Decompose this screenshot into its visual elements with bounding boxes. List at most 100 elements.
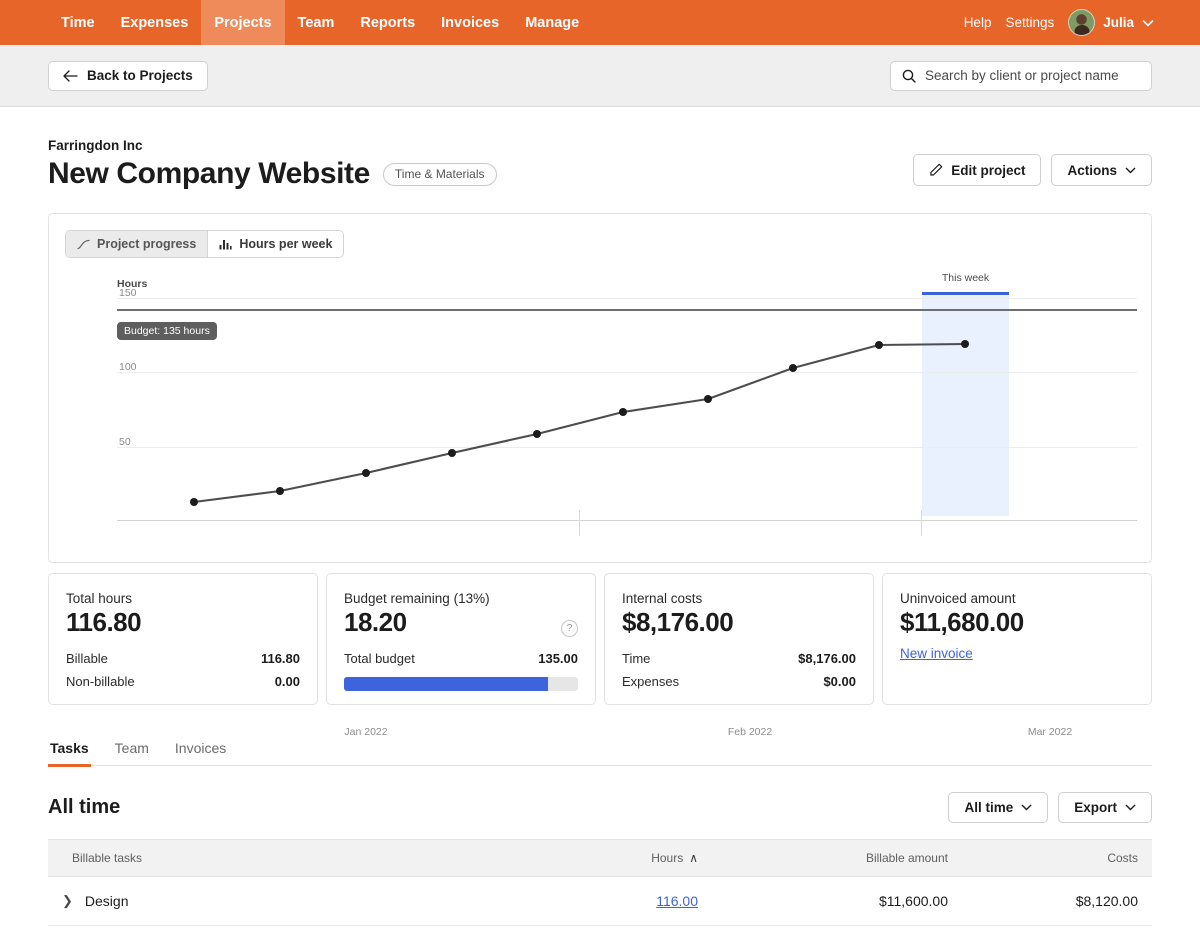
table-controls: All time Export [948,792,1152,823]
metric-card-uninvoiced-amount: Uninvoiced amount $11,680.00 New invoice [882,573,1152,705]
budget-progress-fill [344,677,548,691]
nav-item-manage[interactable]: Manage [512,0,592,45]
detail-key: Total budget [344,647,415,670]
column-header-hours-label: Hours [651,851,683,865]
new-invoice-link[interactable]: New invoice [900,646,973,661]
metric-value: 18.20 [344,607,578,638]
task-hours-link[interactable]: 116.00 [656,893,698,909]
nav-label: Projects [214,15,271,31]
nav-label: Time [61,15,95,31]
export-label: Export [1074,800,1117,815]
settings-link[interactable]: Settings [1005,15,1054,30]
search-icon [902,69,916,83]
tab-tasks[interactable]: Tasks [48,740,91,765]
metric-card-row: Total hours 116.80 Billable 116.80 Non-b… [48,573,1152,705]
task-name: Design [85,893,129,909]
metric-detail-row: Billable 116.80 [66,647,300,670]
tab-team[interactable]: Team [113,740,151,765]
detail-key: Non-billable [66,670,135,693]
primary-nav: Time Expenses Projects Team Reports Invo… [48,0,592,45]
sort-ascending-icon: ∧ [689,851,698,865]
nav-item-invoices[interactable]: Invoices [428,0,512,45]
detail-value: 116.80 [261,647,300,670]
user-name: Julia [1103,15,1134,30]
expand-row-chevron-right-icon[interactable]: ❯ [62,893,73,909]
user-menu[interactable]: Julia [1068,9,1154,36]
detail-value: 0.00 [275,670,300,693]
project-identity: Farringdon Inc New Company Website Time … [48,138,497,191]
task-billable-amount-cell: $80.00 [712,926,962,933]
column-header-costs[interactable]: Costs [962,840,1152,877]
task-hours-cell: 0.80 [532,926,712,933]
task-costs-cell: $8,120.00 [962,877,1152,926]
pencil-icon [929,163,943,177]
client-name: Farringdon Inc [48,138,497,153]
nav-item-expenses[interactable]: Expenses [108,0,202,45]
detail-key: Time [622,647,650,670]
table-row[interactable]: ❯ Design 116.00 $11,600.00 $8,120.00 [48,877,1152,926]
metric-label: Total hours [66,591,300,606]
x-tick-jan-2022: Jan 2022 [344,726,387,738]
metric-label: Uninvoiced amount [900,591,1134,606]
nav-item-reports[interactable]: Reports [347,0,428,45]
export-dropdown[interactable]: Export [1058,792,1152,823]
search-input[interactable] [925,68,1140,83]
nav-label: Expenses [121,15,189,31]
column-header-billable-amount[interactable]: Billable amount [712,840,962,877]
help-tooltip-icon[interactable]: ? [561,620,578,637]
chevron-down-icon [1125,167,1136,174]
metric-detail-row: Total budget 135.00 [344,647,578,670]
back-to-projects-button[interactable]: Back to Projects [48,61,208,91]
nav-label: Reports [360,15,415,31]
metric-value: 116.80 [66,607,300,638]
nav-label: Team [298,15,335,31]
task-name-wrap: ❯ Design [62,893,518,909]
table-row[interactable]: ❯ Meetings 0.80 $80.00 $56.00 [48,926,1152,933]
nav-item-team[interactable]: Team [285,0,348,45]
metric-card-budget-remaining: Budget remaining (13%) 18.20 ? Total bud… [326,573,596,705]
chevron-down-icon [1125,804,1136,811]
metric-label: Budget remaining (13%) [344,591,578,606]
column-header-hours[interactable]: Hours ∧ [532,840,712,877]
metric-card-total-hours: Total hours 116.80 Billable 116.80 Non-b… [48,573,318,705]
date-range-dropdown[interactable]: All time [948,792,1048,823]
nav-label: Invoices [441,15,499,31]
table-body: ❯ Design 116.00 $11,600.00 $8,120.00 ❯ M… [48,877,1152,933]
sub-header: Back to Projects [0,45,1200,107]
edit-project-button[interactable]: Edit project [913,154,1041,186]
task-name-cell: ❯ Design [48,877,532,926]
nav-item-time[interactable]: Time [48,0,108,45]
date-range-label: All time [964,800,1013,815]
task-hours-cell: 116.00 [532,877,712,926]
metric-label: Internal costs [622,591,856,606]
detail-value: $0.00 [823,670,856,693]
detail-value: 135.00 [538,647,578,670]
section-title: All time [48,796,120,819]
chevron-down-icon [1142,19,1154,27]
detail-key: Expenses [622,670,679,693]
help-link[interactable]: Help [964,15,992,30]
actions-button[interactable]: Actions [1051,154,1152,186]
search-box[interactable] [890,61,1152,91]
secondary-nav: Help Settings Julia [964,9,1188,36]
x-tick-feb-2022: Feb 2022 [728,726,772,738]
tab-invoices[interactable]: Invoices [173,740,228,765]
table-header-row: Billable tasks Hours ∧ Billable amount Co… [48,840,1152,877]
detail-value: $8,176.00 [798,647,856,670]
table-section-header: All time All time Export [48,792,1152,823]
tab-label: Tasks [50,740,89,756]
budget-progress-bar [344,677,578,691]
detail-key: Billable [66,647,108,670]
nav-label: Manage [525,15,579,31]
nav-item-projects[interactable]: Projects [201,0,284,45]
progress-line-series [49,214,1200,564]
detail-tabs: Tasks Team Invoices [48,740,1152,766]
page-content: Farringdon Inc New Company Website Time … [0,107,1200,933]
tab-label: Team [115,740,149,756]
metric-card-internal-costs: Internal costs $8,176.00 Time $8,176.00 … [604,573,874,705]
project-progress-chart-card: Project progress Hours per week This wee… [48,213,1152,563]
column-header-billable-tasks[interactable]: Billable tasks [48,840,532,877]
actions-label: Actions [1067,163,1117,178]
back-button-label: Back to Projects [87,68,193,83]
metric-detail-row: Expenses $0.00 [622,670,856,693]
